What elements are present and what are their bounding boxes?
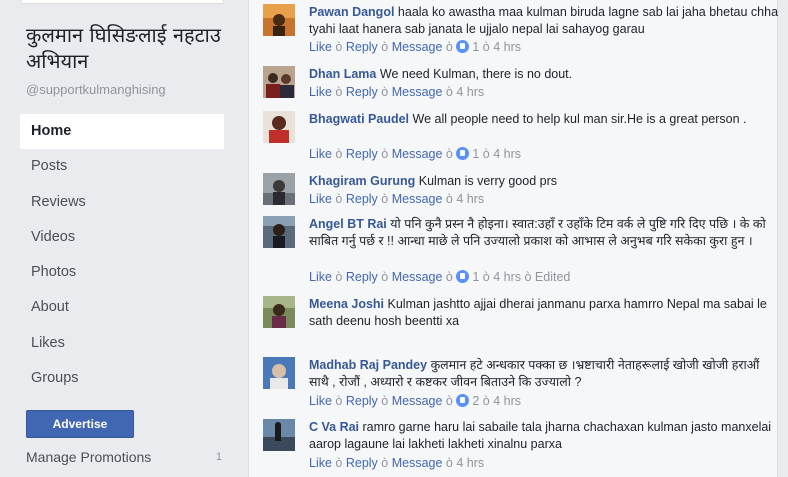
message-link[interactable]: Message	[392, 85, 443, 99]
commenter-name[interactable]: Bhagwati Paudel	[309, 112, 409, 126]
nav-item-photos[interactable]: Photos	[20, 255, 224, 290]
manage-promotions-count: 1	[215, 451, 222, 463]
comment-time[interactable]: 4 hrs	[493, 394, 521, 408]
like-link[interactable]: Like	[309, 270, 332, 284]
nav-item-groups[interactable]: Groups	[20, 361, 224, 396]
column-gutter	[236, 0, 248, 477]
page-title: कुलमान घिसिङलाई नहटाउ अभियान	[26, 23, 221, 73]
nav-item-home[interactable]: Home	[20, 114, 224, 150]
page-handle[interactable]: @supportkulmanghising	[26, 82, 166, 97]
like-link[interactable]: Like	[309, 456, 332, 470]
commenter-name[interactable]: C Va Rai	[309, 420, 359, 434]
comment-actions: Like ò Reply ò Message ò 1 ò 4 hrs	[309, 40, 522, 54]
comment-text: Kulman is verry good prs	[418, 174, 558, 188]
comment-text: We need Kulman, there is no dout.	[379, 67, 573, 81]
like-link[interactable]: Like	[309, 85, 332, 99]
avatar[interactable]	[263, 216, 295, 248]
manage-promotions-label: Manage Promotions	[26, 449, 152, 465]
comment-actions: Like ò Reply ò Message ò 2 ò 4 hrs	[309, 394, 522, 408]
reply-link[interactable]: Reply	[346, 456, 378, 470]
comment-actions: Like ò Reply ò Message ò 4 hrs	[309, 85, 485, 99]
like-count-icon	[456, 394, 470, 407]
reply-link[interactable]: Reply	[346, 192, 378, 206]
comment-actions: Like ò Reply ò Message ò 1 ò 4 hrs ò Edi…	[309, 270, 571, 284]
message-link[interactable]: Message	[392, 394, 443, 408]
like-count-icon	[456, 40, 470, 53]
message-link[interactable]: Message	[392, 192, 443, 206]
message-link[interactable]: Message	[392, 270, 443, 284]
reply-link[interactable]: Reply	[346, 147, 378, 161]
commenter-name[interactable]: Angel BT Rai	[309, 217, 387, 231]
avatar[interactable]	[263, 66, 295, 98]
nav-item-videos[interactable]: Videos	[20, 220, 224, 255]
like-count-icon	[456, 270, 470, 283]
left-column: कुलमान घिसिङलाई नहटाउ अभियान @supportkul…	[0, 0, 236, 477]
reply-link[interactable]: Reply	[346, 394, 378, 408]
comment-time[interactable]: 4 hrs	[456, 192, 484, 206]
avatar[interactable]	[263, 296, 295, 328]
commenter-name[interactable]: Meena Joshi	[309, 297, 384, 311]
message-link[interactable]: Message	[392, 40, 443, 54]
nav-item-posts[interactable]: Posts	[20, 149, 224, 184]
comment-text: We all people need to help kul man sir.H…	[412, 112, 747, 126]
page-nav: Home Posts Reviews Videos Photos About L…	[20, 114, 224, 396]
like-link[interactable]: Like	[309, 394, 332, 408]
avatar[interactable]	[263, 419, 295, 451]
like-link[interactable]: Like	[309, 147, 332, 161]
manage-promotions-link[interactable]: Manage Promotions 1	[26, 449, 222, 465]
avatar[interactable]	[263, 357, 295, 389]
reply-link[interactable]: Reply	[346, 270, 378, 284]
commenter-name[interactable]: Dhan Lama	[309, 67, 376, 81]
avatar[interactable]	[263, 4, 295, 36]
comment-time[interactable]: 4 hrs	[493, 147, 521, 161]
comment-text: ramro garne haru lai sabaile tala jharna…	[309, 420, 772, 451]
comment-actions: Like ò Reply ò Message ò 4 hrs	[309, 456, 485, 470]
comment-time[interactable]: 4 hrs	[493, 40, 521, 54]
message-link[interactable]: Message	[392, 147, 443, 161]
comment-time[interactable]: 4 hrs	[493, 270, 521, 284]
nav-item-likes[interactable]: Likes	[20, 326, 224, 361]
commenter-name[interactable]: Madhab Raj Pandey	[309, 358, 427, 372]
nav-item-about[interactable]: About	[20, 290, 224, 325]
comment-actions: Like ò Reply ò Message ò 4 hrs	[309, 192, 485, 206]
reply-link[interactable]: Reply	[346, 40, 378, 54]
avatar[interactable]	[263, 173, 295, 205]
nav-item-reviews[interactable]: Reviews	[20, 185, 224, 220]
top-card-edge	[21, 0, 224, 4]
advertise-button[interactable]: Advertise	[26, 410, 134, 438]
comment-time[interactable]: 4 hrs	[456, 85, 484, 99]
edited-label[interactable]: Edited	[535, 270, 570, 284]
commenter-name[interactable]: Khagiram Gurung	[309, 174, 415, 188]
like-link[interactable]: Like	[309, 192, 332, 206]
avatar[interactable]	[263, 111, 295, 143]
comment-time[interactable]: 4 hrs	[456, 456, 484, 470]
message-link[interactable]: Message	[392, 456, 443, 470]
comment-actions: Like ò Reply ò Message ò 1 ò 4 hrs	[309, 147, 522, 161]
like-link[interactable]: Like	[309, 40, 332, 54]
commenter-name[interactable]: Pawan Dangol	[309, 5, 394, 19]
like-count-icon	[456, 147, 470, 160]
reply-link[interactable]: Reply	[346, 85, 378, 99]
